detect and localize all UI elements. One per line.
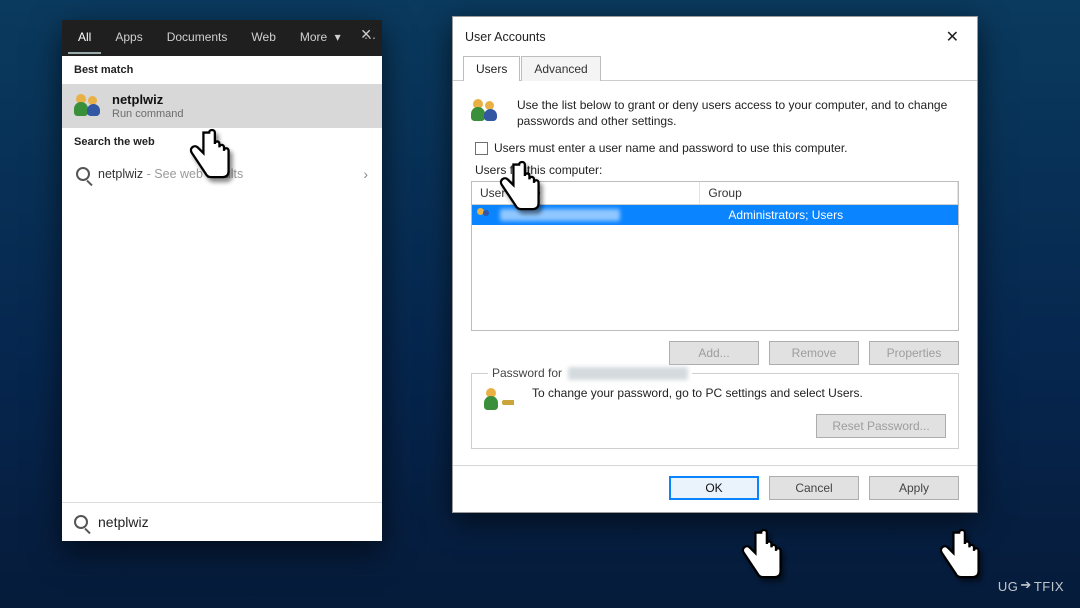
web-result-row[interactable]: netplwiz - See web results › bbox=[62, 156, 382, 192]
remove-button[interactable]: Remove bbox=[769, 341, 859, 365]
dialog-footer: OK Cancel Apply bbox=[453, 465, 977, 512]
search-results-empty-area bbox=[62, 192, 382, 502]
search-tab-row: All Apps Documents Web More ▾ ⋯ ✕ bbox=[62, 20, 382, 56]
hand-cursor-icon bbox=[732, 528, 788, 592]
search-tab-more-label: More bbox=[300, 30, 327, 44]
netplwiz-icon bbox=[74, 92, 102, 120]
titlebar: User Accounts ✕ bbox=[453, 17, 977, 55]
col-username[interactable]: User Name bbox=[472, 182, 700, 204]
search-tab-web[interactable]: Web bbox=[241, 22, 285, 54]
user-row-selected[interactable]: Administrators; Users bbox=[472, 205, 958, 225]
redacted-username bbox=[500, 209, 620, 221]
search-tab-documents[interactable]: Documents bbox=[157, 22, 238, 54]
search-icon bbox=[76, 167, 90, 181]
user-accounts-dialog: User Accounts ✕ Users Advanced Use the l… bbox=[452, 16, 978, 513]
result-title: netplwiz bbox=[112, 92, 184, 108]
dialog-tabs: Users Advanced bbox=[453, 55, 977, 81]
watermark-post: TFIX bbox=[1034, 579, 1064, 594]
search-input[interactable] bbox=[96, 513, 370, 531]
web-result-text: netplwiz bbox=[98, 167, 143, 181]
result-subtitle: Run command bbox=[112, 108, 184, 120]
require-login-checkbox[interactable] bbox=[475, 142, 488, 155]
user-row-group: Administrators; Users bbox=[720, 206, 958, 224]
password-legend-text: Password for bbox=[492, 366, 562, 380]
search-icon bbox=[74, 515, 88, 529]
start-search-panel: All Apps Documents Web More ▾ ⋯ ✕ Best m… bbox=[62, 20, 382, 541]
close-icon[interactable]: ✕ bbox=[938, 25, 967, 49]
password-group: Password for To change your password, go… bbox=[471, 373, 959, 449]
search-tab-apps[interactable]: Apps bbox=[105, 22, 152, 54]
web-result-suffix: - See web results bbox=[143, 167, 243, 181]
users-icon bbox=[471, 97, 505, 131]
chevron-down-icon: ▾ bbox=[335, 30, 341, 44]
require-login-label: Users must enter a user name and passwor… bbox=[494, 141, 848, 155]
search-tab-all[interactable]: All bbox=[68, 22, 101, 54]
col-group[interactable]: Group bbox=[700, 182, 958, 204]
watermark-pre: UG bbox=[998, 579, 1019, 594]
users-list-header: User Name Group bbox=[472, 182, 958, 205]
best-match-header: Best match bbox=[62, 56, 382, 84]
dialog-body: Use the list below to grant or deny user… bbox=[453, 81, 977, 459]
tab-users[interactable]: Users bbox=[463, 56, 520, 81]
ok-button[interactable]: OK bbox=[669, 476, 759, 500]
user-icon bbox=[476, 207, 492, 223]
users-list[interactable]: User Name Group Administrators; Users bbox=[471, 181, 959, 331]
search-input-wrap bbox=[62, 502, 382, 541]
properties-button[interactable]: Properties bbox=[869, 341, 959, 365]
cancel-button[interactable]: Cancel bbox=[769, 476, 859, 500]
close-icon[interactable]: ✕ bbox=[360, 26, 372, 43]
redacted-username bbox=[568, 367, 688, 380]
search-web-header: Search the web bbox=[62, 128, 382, 156]
tab-advanced[interactable]: Advanced bbox=[521, 56, 600, 81]
dialog-title: User Accounts bbox=[465, 30, 938, 44]
chevron-right-icon: › bbox=[363, 166, 368, 182]
apply-button[interactable]: Apply bbox=[869, 476, 959, 500]
reset-password-button[interactable]: Reset Password... bbox=[816, 414, 946, 438]
intro-text: Use the list below to grant or deny user… bbox=[517, 97, 959, 129]
search-tab-more[interactable]: More ▾ bbox=[290, 22, 351, 54]
users-list-label: Users for this computer: bbox=[475, 163, 959, 177]
add-button[interactable]: Add... bbox=[669, 341, 759, 365]
hand-cursor-icon bbox=[930, 528, 986, 592]
watermark: UG➔TFIX bbox=[998, 578, 1064, 594]
password-help-text: To change your password, go to PC settin… bbox=[532, 386, 946, 400]
best-match-result[interactable]: netplwiz Run command bbox=[62, 84, 382, 128]
arrow-icon: ➔ bbox=[1020, 577, 1031, 593]
user-key-icon bbox=[484, 386, 518, 420]
